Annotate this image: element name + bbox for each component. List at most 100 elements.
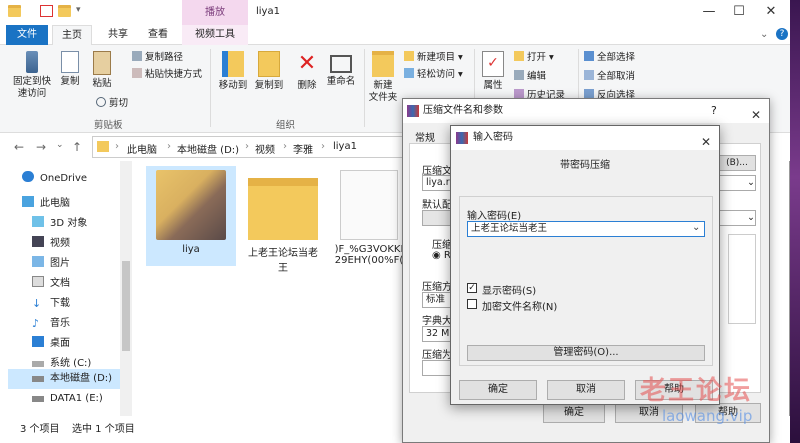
tab-video-tools[interactable]: 视频工具 bbox=[182, 25, 248, 45]
file-item[interactable]: 上老王论坛当老 王 bbox=[238, 166, 328, 274]
help-icon[interactable]: ? bbox=[776, 28, 788, 40]
close-button[interactable]: ✕ bbox=[756, 4, 786, 19]
drive-icon bbox=[32, 376, 44, 382]
ok-button[interactable]: 确定 bbox=[459, 380, 537, 400]
nav-item-downloads[interactable]: ↓ 下载 bbox=[32, 294, 152, 314]
music-note-icon: ♪ bbox=[32, 317, 40, 330]
tab-file[interactable]: 文件 bbox=[6, 25, 48, 45]
nav-item-documents[interactable]: 文档 bbox=[32, 274, 152, 294]
password-input[interactable]: 上老王论坛当老王 bbox=[467, 221, 705, 237]
breadcrumb-liya1[interactable]: liya1 bbox=[333, 141, 357, 152]
rename-label: 重命名 bbox=[326, 76, 356, 87]
archive-name-dropdown[interactable]: ⌄ bbox=[718, 175, 756, 191]
manage-passwords-button[interactable]: 管理密码(O)... bbox=[467, 345, 705, 361]
nav-item-label: 文档 bbox=[50, 278, 70, 289]
file-item[interactable]: )F_%G3VOKKI 29EHY(00%F( bbox=[330, 166, 408, 266]
dialog-title: 压缩文件名和参数 bbox=[423, 105, 503, 116]
file-item[interactable]: liya bbox=[146, 166, 236, 266]
select-none-button[interactable]: 全部取消 bbox=[584, 70, 635, 84]
copy-to-label: 复制到 bbox=[254, 80, 284, 91]
new-item-button[interactable]: 新建项目 ▾ bbox=[404, 51, 463, 65]
nav-item-music[interactable]: ♪ 音乐 bbox=[32, 314, 152, 334]
tab-home[interactable]: 主页 bbox=[52, 25, 92, 46]
nav-scrollbar[interactable] bbox=[120, 161, 132, 416]
move-to-button[interactable]: 移动到 bbox=[216, 45, 250, 92]
nav-item-3d-objects[interactable]: 3D 对象 bbox=[32, 214, 152, 234]
password-history-dropdown-icon[interactable]: ⌄ bbox=[692, 222, 700, 233]
edit-button[interactable]: 编辑 bbox=[514, 70, 546, 84]
maximize-button[interactable]: ☐ bbox=[724, 4, 754, 19]
copy-button[interactable]: 复制 bbox=[56, 45, 84, 88]
minimize-button[interactable]: — bbox=[694, 4, 724, 19]
paste-button[interactable]: 粘贴 bbox=[88, 45, 116, 90]
password-label: 输入密码(E) bbox=[467, 211, 522, 222]
select-none-icon bbox=[584, 70, 594, 80]
back-arrow-icon[interactable]: ← bbox=[14, 140, 24, 154]
properties-quick-icon[interactable] bbox=[40, 5, 53, 17]
encrypt-filenames-label: 加密文件名称(N) bbox=[482, 302, 558, 313]
nav-item-label: 视频 bbox=[50, 238, 70, 249]
dialog-heading: 带密码压缩 bbox=[560, 160, 610, 171]
easy-access-button[interactable]: 轻松访问 ▾ bbox=[404, 68, 463, 82]
rename-icon bbox=[330, 55, 352, 73]
open-button[interactable]: 打开 ▾ bbox=[514, 51, 554, 65]
recent-dropdown-icon[interactable]: ⌄ bbox=[56, 140, 64, 150]
tab-view[interactable]: 查看 bbox=[140, 25, 176, 45]
move-to-icon bbox=[222, 51, 244, 77]
new-folder-icon bbox=[372, 51, 394, 77]
ok-button[interactable]: 确定 bbox=[543, 403, 605, 423]
new-folder-button[interactable]: 新建 文件夹 bbox=[366, 45, 400, 104]
nav-item-label: 此电脑 bbox=[40, 198, 70, 209]
show-password-label: 显示密码(S) bbox=[482, 286, 537, 297]
tab-share[interactable]: 共享 bbox=[100, 25, 136, 45]
computer-icon bbox=[22, 196, 34, 207]
nav-item-videos[interactable]: 视频 bbox=[32, 234, 152, 254]
up-arrow-icon[interactable]: ↑ bbox=[72, 140, 82, 154]
divider bbox=[364, 49, 365, 127]
breadcrumb-drive-d[interactable]: 本地磁盘 (D:) bbox=[177, 141, 239, 156]
breadcrumb-videos[interactable]: 视频 bbox=[255, 141, 275, 156]
properties-button[interactable]: ✓ 属性 bbox=[478, 45, 508, 92]
copy-to-icon bbox=[258, 51, 280, 77]
close-icon[interactable]: ✕ bbox=[701, 130, 711, 154]
copy-path-button[interactable]: 复制路径 bbox=[132, 51, 183, 65]
help-icon[interactable]: ? bbox=[711, 99, 717, 123]
pin-quick-access-button[interactable]: 固定到快 速访问 bbox=[10, 45, 54, 100]
cancel-button[interactable]: 取消 bbox=[547, 380, 625, 400]
browse-button[interactable]: (B)... bbox=[718, 155, 756, 171]
show-password-checkbox[interactable]: ✓ bbox=[467, 283, 477, 293]
cut-button[interactable]: 剪切 bbox=[96, 97, 128, 111]
nav-item-label: 下载 bbox=[50, 298, 70, 309]
new-folder-quick-icon[interactable] bbox=[58, 5, 71, 17]
breadcrumb-this-pc[interactable]: 此电脑 bbox=[127, 141, 157, 156]
encrypt-filenames-checkbox[interactable] bbox=[467, 299, 477, 309]
copy-path-icon bbox=[132, 51, 142, 61]
breadcrumb-liya[interactable]: 李雅 bbox=[293, 141, 313, 156]
copy-to-button[interactable]: 复制到 bbox=[252, 45, 286, 92]
nav-item-desktop[interactable]: 桌面 bbox=[32, 334, 152, 354]
select-none-label: 全部取消 bbox=[597, 71, 636, 82]
scissors-icon bbox=[96, 97, 106, 107]
nav-item-drive-e[interactable]: DATA1 (E:) bbox=[32, 389, 152, 409]
update-mode-dropdown[interactable]: ⌄ bbox=[718, 210, 756, 226]
quick-access-dropdown-icon[interactable]: ▾ bbox=[76, 5, 81, 15]
nav-item-drive-d[interactable]: 本地磁盘 (D:) bbox=[8, 369, 120, 389]
close-icon[interactable]: ✕ bbox=[751, 103, 761, 127]
new-item-icon bbox=[404, 51, 414, 61]
drive-icon bbox=[32, 361, 44, 367]
paste-shortcut-button[interactable]: 粘贴快捷方式 bbox=[132, 68, 202, 82]
nav-item-pictures[interactable]: 图片 bbox=[32, 254, 152, 274]
organize-group-label: 组织 bbox=[276, 120, 296, 131]
winrar-icon bbox=[407, 105, 419, 117]
paste-shortcut-icon bbox=[132, 68, 142, 78]
ribbon-expand-icon[interactable]: ⌄ bbox=[760, 29, 768, 40]
selected-count: 选中 1 个项目 bbox=[72, 424, 135, 435]
forward-arrow-icon[interactable]: → bbox=[36, 140, 46, 154]
open-label: 打开 ▾ bbox=[527, 52, 554, 63]
delete-button[interactable]: ✕ 删除 bbox=[292, 45, 322, 92]
select-all-button[interactable]: 全部选择 bbox=[584, 51, 635, 65]
rename-button[interactable]: 重命名 bbox=[324, 45, 358, 88]
tab-general[interactable]: 常规 bbox=[415, 129, 435, 144]
scrollbar-thumb[interactable] bbox=[122, 261, 130, 351]
properties-label: 属性 bbox=[483, 80, 503, 91]
